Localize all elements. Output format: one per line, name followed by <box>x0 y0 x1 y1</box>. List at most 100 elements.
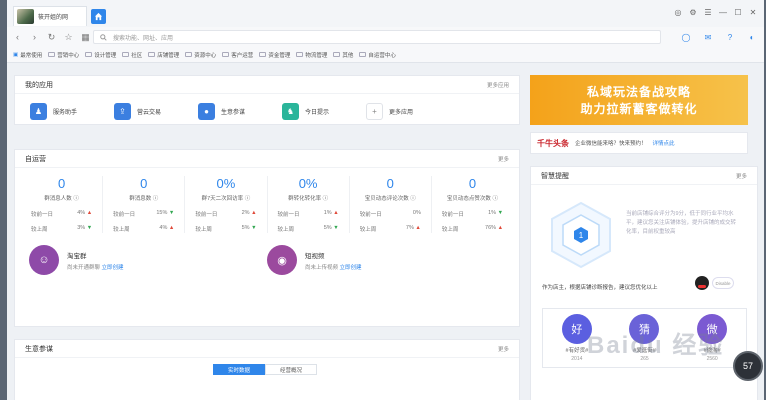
forward-icon[interactable]: › <box>28 31 41 44</box>
search-input[interactable]: 搜索功能、网址、应用 <box>93 30 661 44</box>
folder-icon <box>185 52 193 57</box>
headline-logo: 千牛头条 <box>537 137 569 148</box>
bookmark-item[interactable]: 设计管理 <box>85 51 116 59</box>
menu-icon[interactable]: ☰ <box>703 7 713 17</box>
minimize-icon[interactable]: — <box>718 7 728 17</box>
stat-value: 0% <box>298 176 318 191</box>
compare-week: 较上周 3% ▼ <box>31 225 93 233</box>
folder-icon <box>48 52 56 57</box>
folder-icon <box>122 52 130 57</box>
create-link[interactable]: 立即创建 <box>102 265 124 271</box>
info-icon[interactable]: ⓘ <box>323 196 329 202</box>
folder-icon <box>296 52 304 57</box>
bookmark-item[interactable]: 店铺管理 <box>148 51 179 59</box>
detail-link[interactable]: 详情点此 <box>653 139 675 147</box>
plus-icon: + <box>366 103 383 120</box>
search-placeholder: 搜索功能、网址、应用 <box>113 35 174 42</box>
back-icon[interactable]: ‹ <box>11 31 24 44</box>
bookmark-item[interactable]: 资金管理 <box>259 51 290 59</box>
promo-item[interactable]: ☺ 淘宝群 尚未开通群聊 立即创建 <box>29 245 267 275</box>
refresh-icon[interactable]: ↻ <box>45 31 58 44</box>
zoom-indicator[interactable]: 57 <box>733 351 763 381</box>
app-item[interactable]: ♞ 今日提示 <box>282 103 366 120</box>
app-item[interactable]: + 更多应用 <box>366 103 450 120</box>
more-link[interactable]: 更多 <box>498 155 509 163</box>
info-icon[interactable]: ⓘ <box>410 196 416 202</box>
tab-title: 筱开姐的网 <box>38 15 69 21</box>
message-icon[interactable]: ◯ <box>680 31 692 43</box>
avatar <box>17 9 34 24</box>
my-apps-card: 我的应用 更多应用 ♟ 服务助手 ⇪ 营云交易 ● 生意参谋 ♞ 今日提示 + 更多应用 <box>14 75 520 125</box>
stat-item: 0 宝贝动态点赞次数 ⓘ 较前一日 1% ▼ 较上周 76% ▲ <box>432 176 513 233</box>
stat-item: 0 群消息数 ⓘ 较前一日 15% ▼ 较上周 4% ▲ <box>103 176 186 233</box>
biz-tabs: 实时数据 经营概况 <box>213 364 317 375</box>
app-item[interactable]: ⇪ 营云交易 <box>114 103 198 120</box>
stat-item: 0% 群转化转化率 ⓘ 较前一日 1% ▲ 较上周 5% ▼ <box>268 176 350 233</box>
watermark: Baidu 经验 <box>587 332 725 359</box>
compare-day: 较前一日 4% ▲ <box>31 210 93 218</box>
title-bar: 筱开姐的网 ◎ ⚙ ☰ — ☐ ✕ <box>7 0 764 27</box>
info-icon[interactable]: ⓘ <box>153 196 159 202</box>
stat-label: 群7天二次回访率 ⓘ <box>201 196 251 202</box>
more-link[interactable]: 更多 <box>736 172 747 180</box>
maximize-icon[interactable]: ☐ <box>733 7 743 17</box>
compare-week: 较上周 4% ▲ <box>113 225 175 233</box>
chat-group-icon: ☺ <box>29 245 59 275</box>
tab-realtime[interactable]: 实时数据 <box>213 364 265 375</box>
stat-item: 0 群消息人数 ⓘ 较前一日 4% ▲ 较上周 3% ▼ <box>21 176 104 233</box>
more-link[interactable]: 更多 <box>498 345 509 353</box>
help-icon[interactable]: ? <box>724 31 736 43</box>
smart-remind-card: 智慧提醒 更多 1 当前店铺综合评分为9分，低于同行业平均水平，建议您关注店铺体验… <box>530 166 758 400</box>
info-icon[interactable]: ⓘ <box>245 196 251 202</box>
chat-bubble-icon: ● <box>198 103 215 120</box>
home-tab[interactable] <box>91 9 106 24</box>
compare-week: 较上周 7% ▲ <box>359 225 421 233</box>
skin-icon[interactable]: ◎ <box>673 7 683 17</box>
info-icon[interactable]: ⓘ <box>73 196 79 202</box>
folder-icon <box>148 52 156 57</box>
user-icon[interactable]: ◐ <box>746 31 758 43</box>
bookmark-item[interactable]: 客户运营 <box>222 51 253 59</box>
bookmark-item[interactable]: 自运营中心 <box>359 51 396 59</box>
mail-icon[interactable]: ✉ <box>702 31 714 43</box>
bookmark-bar: ▣ 最常使用 营销中心 设计管理 社区 店铺管理 资源中心 客户运营 资金管理 物流管理 其他 自运营… <box>7 47 764 63</box>
more-link[interactable]: 更多应用 <box>487 81 509 89</box>
stat-value: 0 <box>140 176 148 191</box>
stat-item: 0% 群7天二次回访率 ⓘ 较前一日 2% ▲ 较上周 5% ▼ <box>185 176 268 233</box>
compare-day: 较前一日 1% ▲ <box>277 210 339 218</box>
bookmark-item[interactable]: 资源中心 <box>185 51 216 59</box>
info-icon[interactable]: ⓘ <box>492 196 498 202</box>
grid-icon[interactable]: ▦ <box>79 31 92 44</box>
compare-day: 较前一日 0% <box>359 210 421 218</box>
bookmark-item[interactable]: 营销中心 <box>48 51 79 59</box>
badge-count: 1 <box>579 231 584 240</box>
folder-icon <box>333 52 341 57</box>
promo-row: ☺ 淘宝群 尚未开通群聊 立即创建 ◉ 短视频 尚未上传视频 立即创建 <box>15 233 519 275</box>
trade-icon: ⇪ <box>114 103 131 120</box>
stat-label: 群转化转化率 ⓘ <box>288 196 329 202</box>
bookmark-item[interactable]: ▣ 最常使用 <box>13 51 42 59</box>
promo-item[interactable]: ◉ 短视频 尚未上传视频 立即创建 <box>267 245 505 275</box>
qq-widget[interactable]: Disable <box>695 276 734 290</box>
tab-overview[interactable]: 经营概况 <box>265 364 317 375</box>
app-item[interactable]: ● 生意参谋 <box>198 103 282 120</box>
bookmark-item[interactable]: 物流管理 <box>296 51 327 59</box>
app-item[interactable]: ♟ 服务助手 <box>30 103 114 120</box>
browser-window: 筱开姐的网 ◎ ⚙ ☰ — ☐ ✕ ‹ › ↻ ☆ ▦ 搜索功能、网址、应用 ◯… <box>7 0 764 400</box>
stat-label: 宝贝动态评论次数 ⓘ <box>364 196 416 202</box>
stat-label: 群消息人数 ⓘ <box>44 196 79 202</box>
create-link[interactable]: 立即创建 <box>340 265 362 271</box>
biz-card: 生意参谋 更多 实时数据 经营概况 <box>14 339 520 400</box>
close-icon[interactable]: ✕ <box>748 7 758 17</box>
nav-toolbar: ‹ › ↻ ☆ ▦ 搜索功能、网址、应用 ◯ ✉ ? ◐ <box>7 27 764 47</box>
self-ops-card: 自运营 更多 0 群消息人数 ⓘ 较前一日 4% ▲ 较上周 3% ▼ 0 群消息数 ⓘ 较前一日… <box>14 149 520 327</box>
bookmark-item[interactable]: 其他 <box>333 51 353 59</box>
promo-banner[interactable]: 私域玩法备战攻略 助力拉新蓄客做转化 <box>530 75 748 125</box>
bookmark-item[interactable]: 社区 <box>122 51 142 59</box>
site-tab[interactable]: 筱开姐的网 <box>13 6 87 26</box>
compare-day: 较前一日 2% ▲ <box>195 210 257 218</box>
hexagon-badge: 1 <box>549 201 613 269</box>
bookmark-icon[interactable]: ☆ <box>62 31 75 44</box>
settings-icon[interactable]: ⚙ <box>688 7 698 17</box>
folder-icon <box>359 52 367 57</box>
